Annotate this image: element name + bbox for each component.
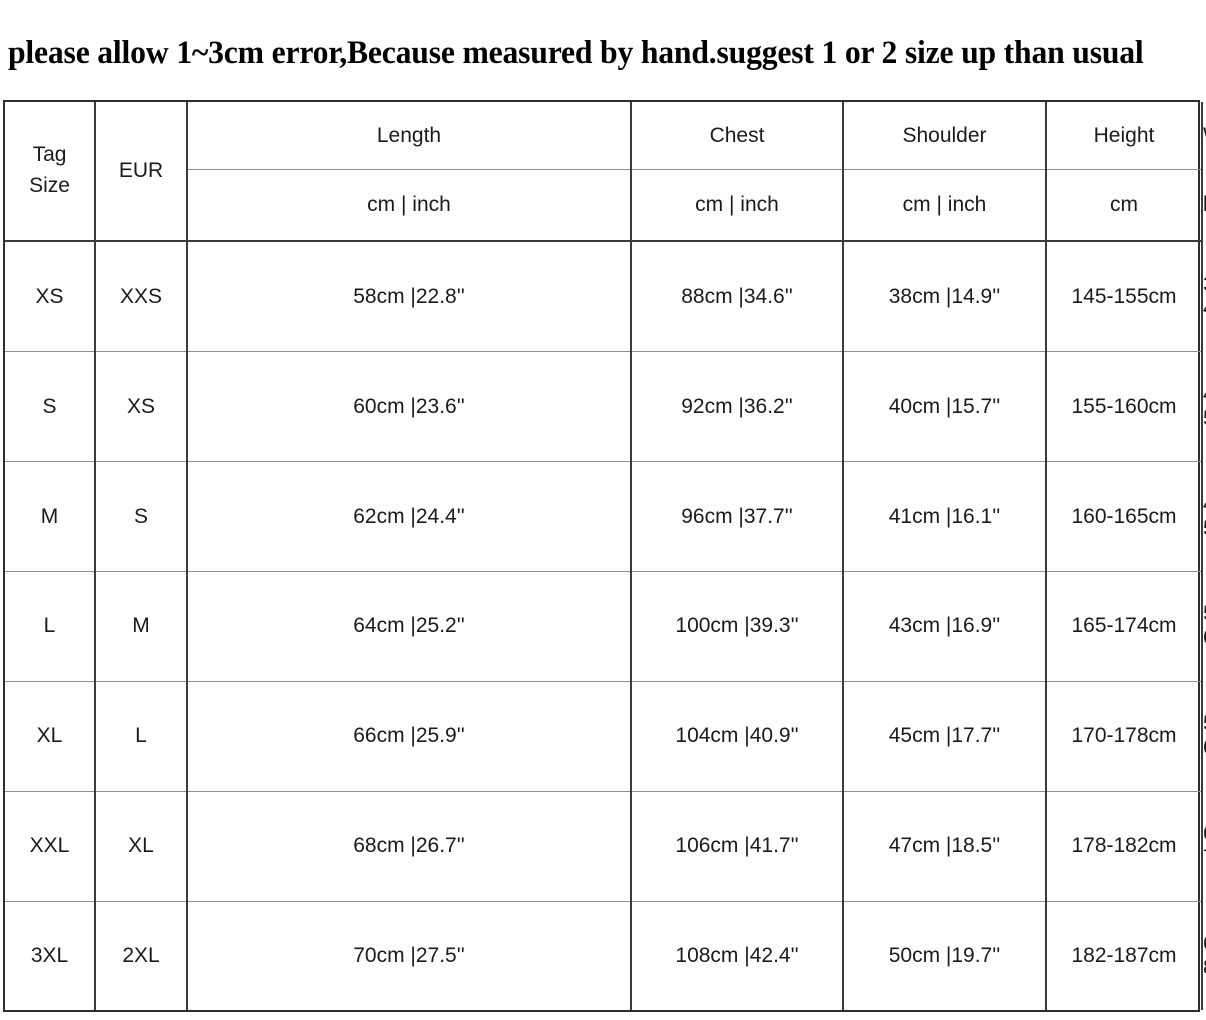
cell-shoulder: 45cm |17.7'' [843,680,1047,792]
table-row: XXL XL 68cm |26.7'' 106cm |41.7'' 47cm |… [5,790,1206,902]
table-row: XL L 66cm |25.9'' 104cm |40.9'' 45cm |17… [5,680,1206,792]
cell-eur: XXS [95,239,188,352]
cell-chest: 100cm |39.3'' [631,571,844,682]
measurement-note: please allow 1~3cm error,Because measure… [8,35,1144,71]
header-height: Height [1046,102,1203,170]
table-row: S XS 60cm |23.6'' 92cm |36.2'' 40cm |15.… [5,351,1206,462]
cell-tag-size: XXL [5,790,96,902]
header-length: Length [187,102,632,170]
cell-height: 178-182cm [1046,790,1203,902]
cell-eur: 2XL [95,900,188,1010]
size-chart-table: Tag Size EUR Length Chest Shoulder Heigh… [5,102,1206,1010]
units-length: cm | inch [187,169,632,241]
header-eur: EUR [95,102,188,241]
cell-height: 160-165cm [1046,461,1203,572]
cell-shoulder: 40cm |15.7'' [843,351,1047,462]
cell-tag-size: L [5,571,96,682]
size-chart-body: Tag Size EUR Length Chest Shoulder Heigh… [5,102,1206,1010]
header-shoulder: Shoulder [843,102,1047,170]
cell-chest: 104cm |40.9'' [631,680,844,792]
cell-height: 155-160cm [1046,351,1203,462]
size-chart-container: Tag Size EUR Length Chest Shoulder Heigh… [3,100,1206,1012]
cell-length: 60cm |23.6'' [187,351,632,462]
header-chest: Chest [631,102,844,170]
units-chest: cm | inch [631,169,844,241]
cell-length: 64cm |25.2'' [187,571,632,682]
table-row: M S 62cm |24.4'' 96cm |37.7'' 41cm |16.1… [5,461,1206,572]
cell-tag-size: M [5,461,96,572]
cell-shoulder: 47cm |18.5'' [843,790,1047,902]
table-row: L M 64cm |25.2'' 100cm |39.3'' 43cm |16.… [5,571,1206,682]
cell-eur: M [95,571,188,682]
cell-length: 58cm |22.8'' [187,239,632,352]
cell-chest: 108cm |42.4'' [631,900,844,1010]
units-shoulder: cm | inch [843,169,1047,241]
cell-length: 70cm |27.5'' [187,900,632,1010]
units-height: cm [1046,169,1203,241]
cell-chest: 96cm |37.7'' [631,461,844,572]
cell-tag-size: S [5,351,96,462]
table-row: XS XXS 58cm |22.8'' 88cm |34.6'' 38cm |1… [5,239,1206,352]
cell-shoulder: 43cm |16.9'' [843,571,1047,682]
cell-shoulder: 50cm |19.7'' [843,900,1047,1010]
header-tag-size: Tag Size [5,102,96,241]
cell-chest: 88cm |34.6'' [631,239,844,352]
header-tag-size-line1: Tag [32,143,67,167]
header-row-titles: Tag Size EUR Length Chest Shoulder Heigh… [5,102,1206,241]
cell-eur: XL [95,790,188,902]
cell-eur: S [95,461,188,572]
cell-height: 170-178cm [1046,680,1203,792]
cell-height: 182-187cm [1046,900,1203,1010]
cell-length: 62cm |24.4'' [187,461,632,572]
cell-tag-size: XL [5,680,96,792]
cell-tag-size: XS [5,239,96,352]
cell-tag-size: 3XL [5,900,96,1010]
cell-eur: XS [95,351,188,462]
cell-eur: L [95,680,188,792]
cell-length: 68cm |26.7'' [187,790,632,902]
cell-chest: 92cm |36.2'' [631,351,844,462]
cell-height: 165-174cm [1046,571,1203,682]
cell-chest: 106cm |41.7'' [631,790,844,902]
cell-height: 145-155cm [1046,239,1203,352]
header-tag-size-line2: Size [29,173,70,197]
cell-shoulder: 41cm |16.1'' [843,461,1047,572]
cell-shoulder: 38cm |14.9'' [843,239,1047,352]
cell-length: 66cm |25.9'' [187,680,632,792]
table-row: 3XL 2XL 70cm |27.5'' 108cm |42.4'' 50cm … [5,900,1206,1010]
